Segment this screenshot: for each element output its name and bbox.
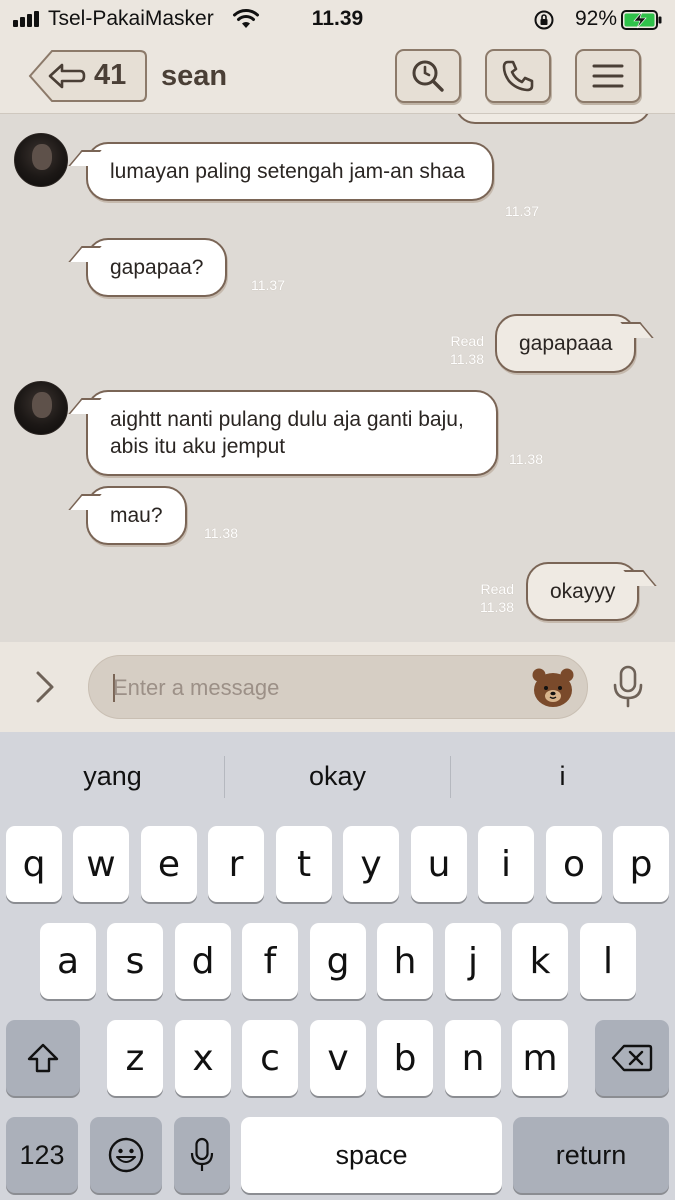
key-t[interactable]: t: [276, 826, 332, 902]
incoming-message-bubble[interactable]: aightt nanti pulang dulu aja ganti baju,…: [86, 390, 498, 476]
message-text: okayyy: [550, 580, 616, 603]
message-text: gapapaaa: [519, 332, 613, 355]
battery-percent: 92%: [574, 7, 617, 30]
key-v[interactable]: v: [310, 1020, 366, 1096]
message-input-bar: [0, 642, 675, 732]
suggestion-item[interactable]: yang: [0, 732, 225, 820]
chat-header: 41 sean: [0, 38, 675, 114]
back-button[interactable]: 41: [28, 49, 148, 103]
outgoing-message-bubble[interactable]: gapapaaa: [495, 314, 637, 373]
message-time: 11.37: [251, 277, 285, 293]
key-y[interactable]: y: [343, 826, 399, 902]
status-bar: Tsel-PakaiMasker 11.39 92%: [0, 0, 675, 38]
hamburger-menu-icon: [592, 64, 624, 88]
shift-arrow-icon: [27, 1043, 59, 1073]
emoji-key[interactable]: [90, 1117, 162, 1193]
key-c[interactable]: c: [242, 1020, 298, 1096]
shift-key[interactable]: [6, 1020, 80, 1096]
message-time: 11.38: [204, 525, 238, 541]
chat-messages[interactable]: lumayan paling setengah jam-an shaa 11.3…: [0, 114, 675, 642]
read-status: Read: [480, 581, 514, 597]
key-g[interactable]: g: [310, 923, 366, 999]
key-q[interactable]: q: [6, 826, 62, 902]
outgoing-message-bubble[interactable]: okayyy: [526, 562, 640, 621]
search-button[interactable]: [395, 49, 461, 103]
phone-icon: [502, 60, 534, 92]
rotation-lock-icon: [534, 10, 554, 30]
read-status: Read: [450, 333, 484, 349]
backspace-icon: [611, 1044, 653, 1072]
delete-key[interactable]: [595, 1020, 669, 1096]
key-z[interactable]: z: [107, 1020, 163, 1096]
key-j[interactable]: j: [445, 923, 501, 999]
key-p[interactable]: p: [613, 826, 669, 902]
space-key[interactable]: space: [241, 1117, 502, 1193]
message-input[interactable]: [113, 668, 513, 708]
message-time: 11.37: [505, 203, 539, 219]
message-time: 11.38: [450, 351, 484, 367]
key-r[interactable]: r: [208, 826, 264, 902]
numbers-key[interactable]: 123: [6, 1117, 78, 1193]
message-text: mau?: [110, 504, 163, 527]
key-w[interactable]: w: [73, 826, 129, 902]
message-text: lumayan paling setengah jam-an shaa: [110, 160, 465, 183]
unread-count: 41: [94, 59, 127, 91]
key-h[interactable]: h: [377, 923, 433, 999]
key-s[interactable]: s: [107, 923, 163, 999]
previous-message-bubble[interactable]: [455, 114, 651, 124]
return-key[interactable]: return: [513, 1117, 669, 1193]
incoming-message-bubble[interactable]: lumayan paling setengah jam-an shaa: [86, 142, 494, 201]
emoji-icon: [108, 1137, 144, 1173]
key-x[interactable]: x: [175, 1020, 231, 1096]
suggestion-item[interactable]: okay: [225, 732, 450, 820]
key-l[interactable]: l: [580, 923, 636, 999]
back-arrow-icon: [28, 50, 147, 102]
microphone-icon[interactable]: [610, 664, 646, 710]
search-icon: [412, 60, 444, 92]
key-a[interactable]: a: [40, 923, 96, 999]
incoming-message-bubble[interactable]: gapapaa?: [86, 238, 228, 297]
key-m[interactable]: m: [512, 1020, 568, 1096]
status-time: 11.39: [311, 7, 364, 30]
contact-avatar[interactable]: [14, 133, 68, 187]
call-button[interactable]: [485, 49, 551, 103]
keyboard: yang okay i q w e r t y u i o p a s d f …: [0, 732, 675, 1200]
key-n[interactable]: n: [445, 1020, 501, 1096]
key-i[interactable]: i: [478, 826, 534, 902]
key-e[interactable]: e: [141, 826, 197, 902]
expand-chevron-icon[interactable]: [30, 667, 60, 707]
message-text: gapapaa?: [110, 256, 204, 279]
suggestion-item[interactable]: i: [450, 732, 675, 820]
key-k[interactable]: k: [512, 923, 568, 999]
battery-charging-icon: [621, 10, 662, 30]
key-o[interactable]: o: [546, 826, 602, 902]
contact-avatar[interactable]: [14, 381, 68, 435]
key-f[interactable]: f: [242, 923, 298, 999]
sticker-bear-icon[interactable]: [531, 666, 575, 710]
message-input-container[interactable]: [88, 655, 588, 719]
suggestion-bar: yang okay i: [0, 732, 675, 820]
message-time: 11.38: [480, 599, 514, 615]
key-d[interactable]: d: [175, 923, 231, 999]
message-time: 11.38: [509, 451, 543, 467]
contact-name[interactable]: sean: [161, 60, 227, 93]
dictation-key[interactable]: [174, 1117, 230, 1193]
key-b[interactable]: b: [377, 1020, 433, 1096]
key-u[interactable]: u: [411, 826, 467, 902]
menu-button[interactable]: [575, 49, 641, 103]
dictation-mic-icon: [190, 1137, 214, 1171]
message-text: aightt nanti pulang dulu aja ganti baju,…: [110, 408, 464, 458]
incoming-message-bubble[interactable]: mau?: [86, 486, 187, 545]
